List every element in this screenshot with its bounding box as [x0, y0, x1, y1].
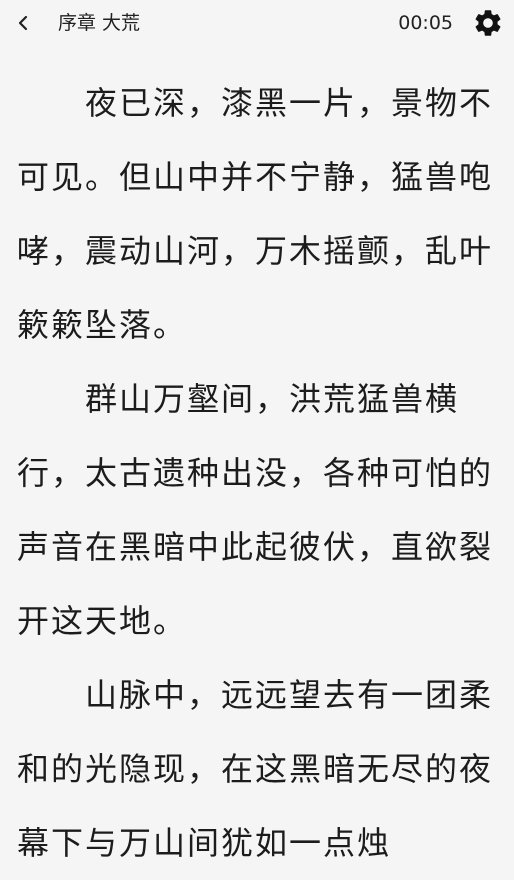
reader-header: 序章 大荒 00:05 — [0, 0, 514, 46]
chapter-title: 序章 大荒 — [58, 12, 141, 34]
chapter-content: 夜已深，漆黑一片，景物不可见。但山中并不宁静，猛兽咆哮，震动山河，万木摇颤，乱叶… — [17, 66, 497, 880]
paragraph: 夜已深，漆黑一片，景物不可见。但山中并不宁静，猛兽咆哮，震动山河，万木摇颤，乱叶… — [17, 84, 494, 344]
chevron-left-icon — [18, 15, 28, 31]
clock-time: 00:05 — [398, 12, 453, 34]
paragraph: 群山万壑间，洪荒猛兽横行，太古遗种出没，各种可怕的声音在黑暗中此起彼伏，直欲裂开… — [17, 380, 494, 640]
paragraph: 山脉中，远远望去有一团柔和的光隐现，在这黑暗无尽的夜幕下与万山间犹如一点烛 — [17, 676, 494, 862]
gear-icon — [475, 10, 501, 36]
settings-button[interactable] — [471, 6, 505, 40]
back-button[interactable] — [8, 8, 38, 38]
